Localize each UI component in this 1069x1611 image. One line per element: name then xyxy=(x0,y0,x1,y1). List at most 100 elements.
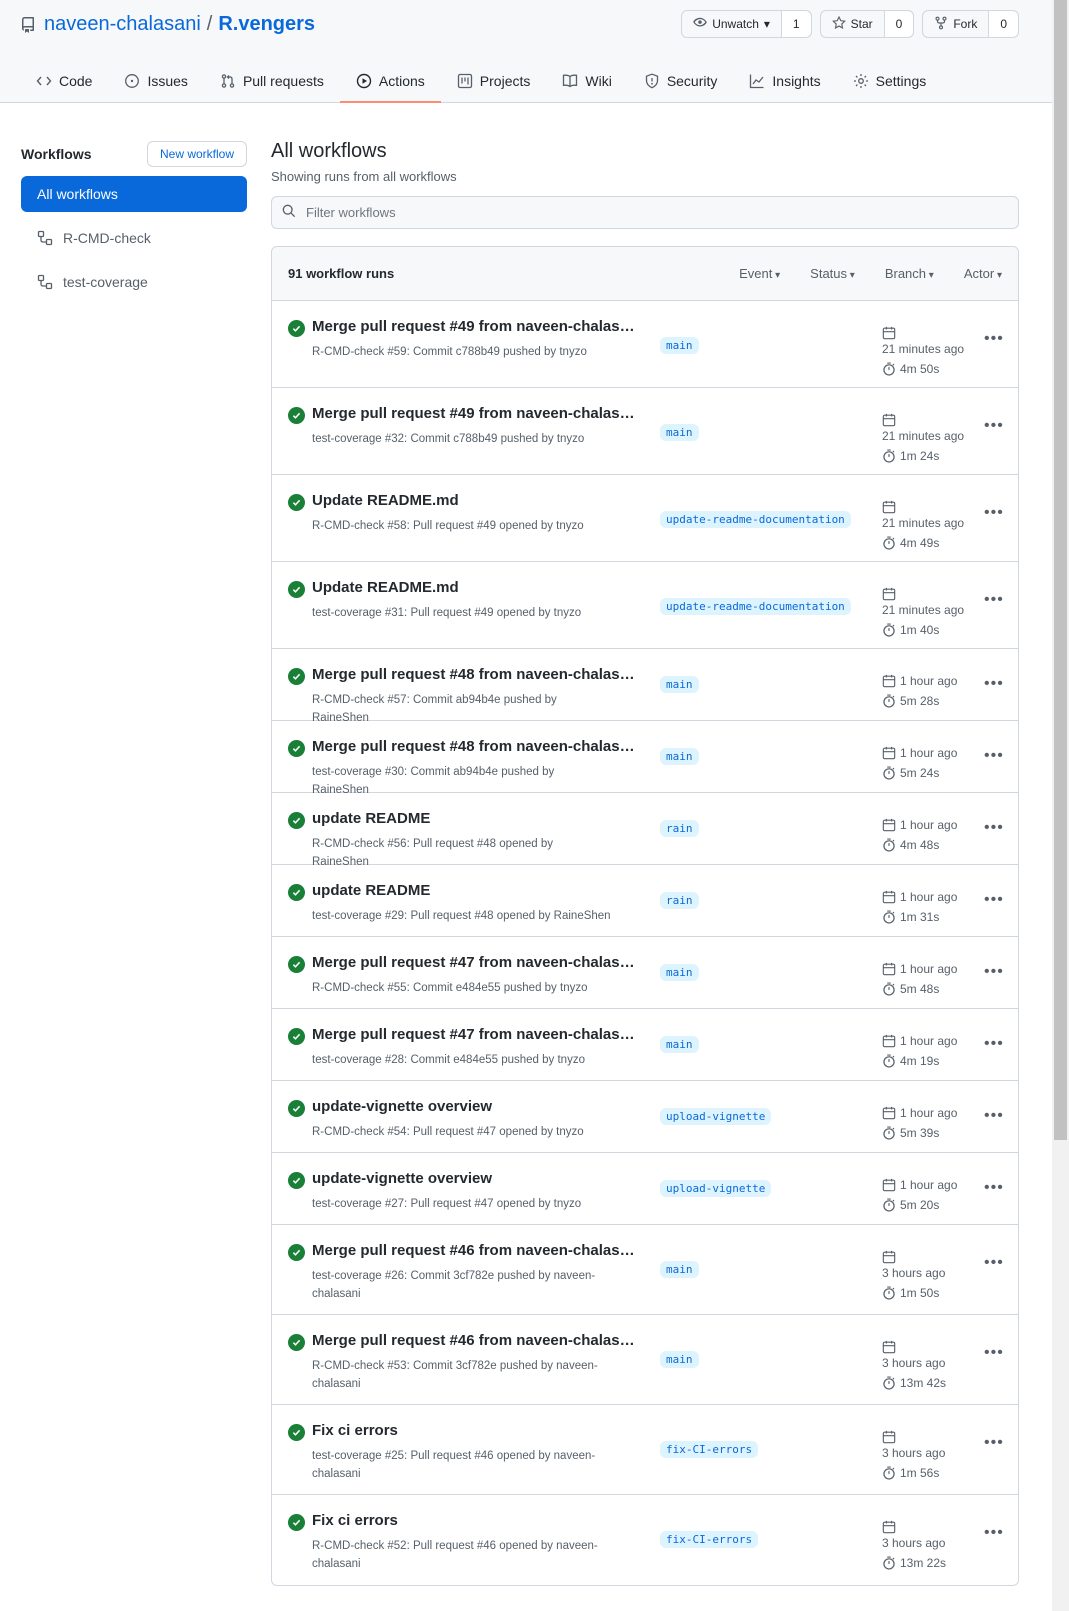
workflow-run-row[interactable]: update-vignette overview R-CMD-check #54:… xyxy=(272,1081,1018,1153)
kebab-menu-icon[interactable]: ••• xyxy=(984,1434,1004,1452)
tab-actions[interactable]: Actions xyxy=(339,62,441,103)
event-filter-dropdown[interactable]: Event xyxy=(739,266,780,281)
workflow-run-row[interactable]: update README test-coverage #29: Pull req… xyxy=(272,865,1018,937)
run-title-link[interactable]: Merge pull request #46 from naveen-chala… xyxy=(312,1332,642,1349)
tab-insights[interactable]: Insights xyxy=(733,62,836,100)
filter-workflows-field[interactable] xyxy=(271,196,1019,229)
kebab-menu-icon[interactable]: ••• xyxy=(984,1107,1004,1125)
kebab-menu-icon[interactable]: ••• xyxy=(984,417,1004,435)
branch-label[interactable]: rain xyxy=(660,820,699,837)
run-title-link[interactable]: Merge pull request #48 from naveen-chala… xyxy=(312,666,642,683)
fork-count[interactable]: 0 xyxy=(989,11,1018,37)
branch-label[interactable]: main xyxy=(660,337,699,354)
branch-label[interactable]: main xyxy=(660,676,699,693)
filter-workflows-input[interactable] xyxy=(306,205,906,220)
tab-projects[interactable]: Projects xyxy=(441,62,547,100)
kebab-menu-icon[interactable]: ••• xyxy=(984,819,1004,837)
workflow-run-row[interactable]: Merge pull request #49 from naveen-chala… xyxy=(272,301,1018,388)
branch-label[interactable]: update-readme-documentation xyxy=(660,598,851,615)
run-title-link[interactable]: Merge pull request #49 from naveen-chala… xyxy=(312,405,642,422)
actor-filter-dropdown[interactable]: Actor xyxy=(964,266,1002,281)
repo-header: naveen-chalasani / R.vengers Unwatch ▾ 1… xyxy=(0,0,1052,103)
calendar-icon xyxy=(882,962,896,976)
page-scrollbar[interactable] xyxy=(1052,0,1069,1611)
branch-label[interactable]: main xyxy=(660,748,699,765)
repo-owner-link[interactable]: naveen-chalasani xyxy=(44,13,201,36)
workflow-run-row[interactable]: Merge pull request #47 from naveen-chala… xyxy=(272,937,1018,1009)
workflow-run-row[interactable]: Merge pull request #46 from naveen-chala… xyxy=(272,1225,1018,1315)
workflow-run-row[interactable]: Fix ci errors R-CMD-check #52: Pull reque… xyxy=(272,1495,1018,1585)
workflow-run-row[interactable]: Fix ci errors test-coverage #25: Pull req… xyxy=(272,1405,1018,1495)
run-title-link[interactable]: Fix ci errors xyxy=(312,1422,398,1439)
run-title-link[interactable]: update-vignette overview xyxy=(312,1170,492,1187)
run-title-link[interactable]: Merge pull request #49 from naveen-chala… xyxy=(312,318,642,335)
new-workflow-button[interactable]: New workflow xyxy=(146,141,247,167)
run-title-link[interactable]: Merge pull request #46 from naveen-chala… xyxy=(312,1242,642,1259)
branch-label[interactable]: upload-vignette xyxy=(660,1180,772,1197)
workflow-run-row[interactable]: Merge pull request #49 from naveen-chala… xyxy=(272,388,1018,475)
run-title-link[interactable]: Update README.md xyxy=(312,579,459,596)
branch-label[interactable]: rain xyxy=(660,892,699,909)
tab-code[interactable]: Code xyxy=(36,62,108,100)
run-time-ago: 1 hour ago xyxy=(900,962,958,976)
workflow-run-row[interactable]: update README R-CMD-check #56: Pull reque… xyxy=(272,793,1018,868)
sidebar-item-all-workflows[interactable]: All workflows xyxy=(21,176,247,212)
fork-button[interactable]: Fork xyxy=(923,11,990,37)
branch-label[interactable]: fix-CI-errors xyxy=(660,1531,759,1548)
run-duration: 1m 40s xyxy=(900,623,940,637)
run-title-link[interactable]: update README xyxy=(312,810,430,827)
star-count[interactable]: 0 xyxy=(884,11,914,37)
run-title-link[interactable]: Merge pull request #47 from naveen-chala… xyxy=(312,954,642,971)
branch-label[interactable]: upload-vignette xyxy=(660,1108,772,1125)
unwatch-button[interactable]: Unwatch ▾ xyxy=(682,11,782,37)
kebab-menu-icon[interactable]: ••• xyxy=(984,591,1004,609)
status-filter-dropdown[interactable]: Status xyxy=(810,266,855,281)
kebab-menu-icon[interactable]: ••• xyxy=(984,1254,1004,1272)
workflow-run-row[interactable]: Merge pull request #47 from naveen-chala… xyxy=(272,1009,1018,1081)
kebab-menu-icon[interactable]: ••• xyxy=(984,330,1004,348)
tab-settings[interactable]: Settings xyxy=(837,62,943,100)
star-button-group: Star 0 xyxy=(819,10,915,38)
kebab-menu-icon[interactable]: ••• xyxy=(984,1344,1004,1362)
tab-issues[interactable]: Issues xyxy=(108,62,203,100)
workflow-run-row[interactable]: Update README.md test-coverage #31: Pull … xyxy=(272,562,1018,649)
run-title-link[interactable]: Merge pull request #48 from naveen-chala… xyxy=(312,738,642,755)
branch-label[interactable]: update-readme-documentation xyxy=(660,511,851,528)
run-title-link[interactable]: Fix ci errors xyxy=(312,1512,398,1529)
branch-filter-dropdown[interactable]: Branch xyxy=(885,266,934,281)
kebab-menu-icon[interactable]: ••• xyxy=(984,504,1004,522)
kebab-menu-icon[interactable]: ••• xyxy=(984,1179,1004,1197)
tab-wiki[interactable]: Wiki xyxy=(546,62,627,100)
star-button[interactable]: Star xyxy=(821,11,885,37)
workflow-run-row[interactable]: Update README.md R-CMD-check #58: Pull re… xyxy=(272,475,1018,562)
project-icon xyxy=(457,73,473,89)
run-meta: test-coverage #32: Commit c788b49 pushed… xyxy=(312,433,585,445)
kebab-menu-icon[interactable]: ••• xyxy=(984,963,1004,981)
sidebar-item-test-coverage[interactable]: test-coverage xyxy=(21,264,247,300)
branch-label[interactable]: main xyxy=(660,1351,699,1368)
workflow-run-row[interactable]: Merge pull request #48 from naveen-chala… xyxy=(272,649,1018,724)
branch-label[interactable]: fix-CI-errors xyxy=(660,1441,759,1458)
repo-name-link[interactable]: R.vengers xyxy=(218,13,315,36)
run-title-link[interactable]: Merge pull request #47 from naveen-chala… xyxy=(312,1026,642,1043)
run-title-link[interactable]: Update README.md xyxy=(312,492,459,509)
run-title-link[interactable]: update-vignette overview xyxy=(312,1098,492,1115)
kebab-menu-icon[interactable]: ••• xyxy=(984,1524,1004,1542)
branch-label[interactable]: main xyxy=(660,1261,699,1278)
workflow-run-row[interactable]: Merge pull request #46 from naveen-chala… xyxy=(272,1315,1018,1405)
kebab-menu-icon[interactable]: ••• xyxy=(984,1035,1004,1053)
kebab-menu-icon[interactable]: ••• xyxy=(984,675,1004,693)
branch-label[interactable]: main xyxy=(660,1036,699,1053)
scrollbar-thumb[interactable] xyxy=(1054,0,1067,1140)
sidebar-item-r-cmd-check[interactable]: R-CMD-check xyxy=(21,220,247,256)
tab-pull-requests[interactable]: Pull requests xyxy=(204,62,340,100)
run-title-link[interactable]: update README xyxy=(312,882,430,899)
watch-count[interactable]: 1 xyxy=(781,11,811,37)
kebab-menu-icon[interactable]: ••• xyxy=(984,891,1004,909)
branch-label[interactable]: main xyxy=(660,424,699,441)
kebab-menu-icon[interactable]: ••• xyxy=(984,747,1004,765)
workflow-run-row[interactable]: Merge pull request #48 from naveen-chala… xyxy=(272,721,1018,796)
branch-label[interactable]: main xyxy=(660,964,699,981)
workflow-run-row[interactable]: update-vignette overview test-coverage #2… xyxy=(272,1153,1018,1225)
tab-security[interactable]: Security xyxy=(628,62,734,100)
